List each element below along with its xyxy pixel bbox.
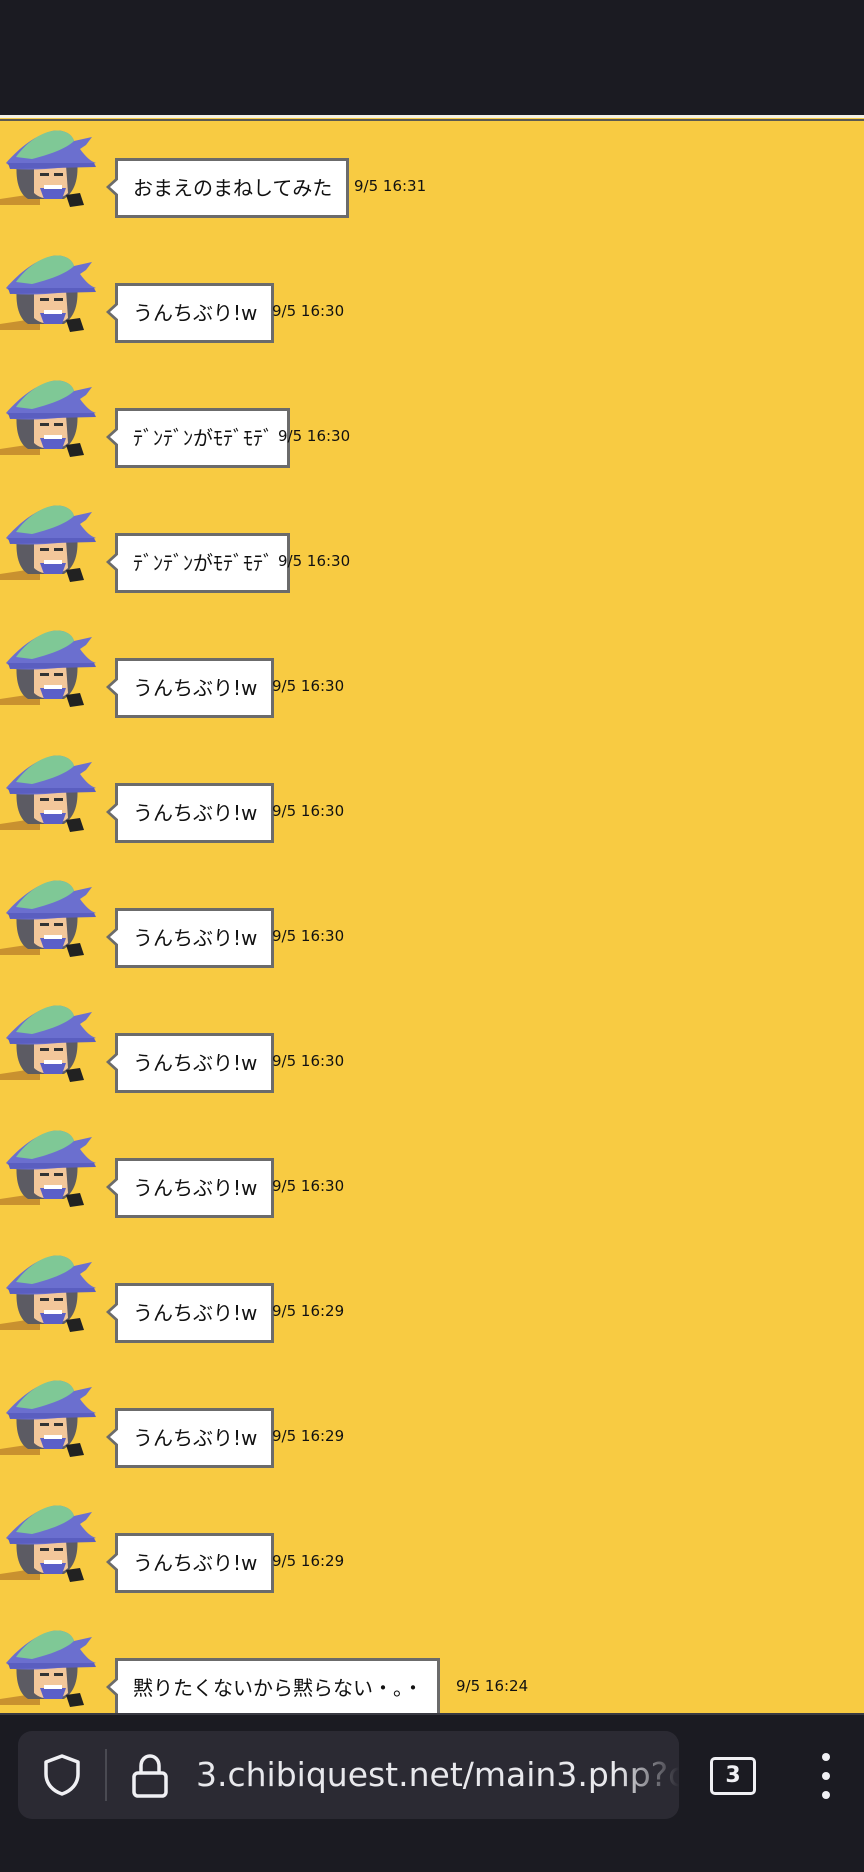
message-bubble: うんちぶり!w xyxy=(105,1533,275,1593)
message-bubble: うんちぶり!w xyxy=(105,908,275,968)
message-timestamp: 9/5 16:30 xyxy=(278,427,351,445)
message-timestamp: 9/5 16:30 xyxy=(272,1177,345,1195)
avatar[interactable] xyxy=(0,363,96,459)
avatar[interactable] xyxy=(0,863,96,959)
message-timestamp: 9/5 16:29 xyxy=(272,1427,345,1445)
message-timestamp: 9/5 16:24 xyxy=(456,1677,529,1695)
list-item: うんちぶり!w 9/5 16:30 xyxy=(0,238,864,363)
avatar[interactable] xyxy=(0,488,96,584)
message-bubble: うんちぶり!w xyxy=(105,783,275,843)
message-bubble-wrap: うんちぶり!w xyxy=(105,658,275,718)
message-bubble-wrap: うんちぶり!w xyxy=(105,783,275,843)
message-bubble-wrap: うんちぶり!w xyxy=(105,1158,275,1218)
message-timestamp: 9/5 16:29 xyxy=(272,1552,345,1570)
avatar[interactable] xyxy=(0,1363,96,1459)
message-bubble-wrap: ﾃﾞﾝﾃﾞﾝがﾓﾃﾞﾓﾃﾞ xyxy=(106,408,290,468)
browser-toolbar: 3.chibiquest.net/main3.php?com 3 xyxy=(0,1713,864,1872)
url-text[interactable]: 3.chibiquest.net/main3.php?com xyxy=(196,1731,679,1819)
toolbar-divider xyxy=(0,1713,864,1715)
avatar[interactable] xyxy=(0,1488,96,1584)
list-item: ﾃﾞﾝﾃﾞﾝがﾓﾃﾞﾓﾃﾞ 9/5 16:30 xyxy=(0,363,864,488)
avatar[interactable] xyxy=(0,115,96,209)
url-fade xyxy=(619,1731,679,1819)
avatar[interactable] xyxy=(0,1613,96,1709)
list-item: 黙りたくないから黙らない・。・ 9/5 16:24 xyxy=(0,1613,864,1713)
chat-log[interactable]: おまえのまねしてみた 9/5 16:31 うんちぶり!w 9/5 16:30 ﾃﾞﾝ… xyxy=(0,115,864,1713)
list-item: うんちぶり!w 9/5 16:30 xyxy=(0,613,864,738)
message-bubble-wrap: ﾃﾞﾝﾃﾞﾝがﾓﾃﾞﾓﾃﾞ xyxy=(106,533,290,593)
avatar[interactable] xyxy=(0,1238,96,1334)
message-bubble-wrap: うんちぶり!w xyxy=(105,1408,275,1468)
list-item: うんちぶり!w 9/5 16:29 xyxy=(0,1363,864,1488)
list-item: おまえのまねしてみた 9/5 16:31 xyxy=(0,115,864,238)
avatar[interactable] xyxy=(0,1113,96,1209)
message-bubble-wrap: うんちぶり!w xyxy=(105,1033,275,1093)
url-bar[interactable]: 3.chibiquest.net/main3.php?com xyxy=(18,1731,679,1819)
menu-dot xyxy=(822,1791,830,1799)
list-item: ﾃﾞﾝﾃﾞﾝがﾓﾃﾞﾓﾃﾞ 9/5 16:30 xyxy=(0,488,864,613)
message-timestamp: 9/5 16:30 xyxy=(272,927,345,945)
message-bubble: うんちぶり!w xyxy=(105,1408,275,1468)
url-bar-separator xyxy=(105,1749,107,1801)
avatar[interactable] xyxy=(0,988,96,1084)
list-item: うんちぶり!w 9/5 16:30 xyxy=(0,738,864,863)
status-bar xyxy=(0,0,864,115)
message-timestamp: 9/5 16:30 xyxy=(272,677,345,695)
message-timestamp: 9/5 16:30 xyxy=(272,802,345,820)
avatar[interactable] xyxy=(0,613,96,709)
list-item: うんちぶり!w 9/5 16:29 xyxy=(0,1238,864,1363)
message-bubble: おまえのまねしてみた xyxy=(105,158,350,218)
menu-dot xyxy=(822,1772,830,1780)
message-timestamp: 9/5 16:30 xyxy=(272,302,345,320)
avatar[interactable] xyxy=(0,738,96,834)
message-bubble: うんちぶり!w xyxy=(105,1158,275,1218)
more-vert-icon[interactable] xyxy=(811,1751,841,1801)
message-timestamp: 9/5 16:30 xyxy=(272,1052,345,1070)
message-bubble-wrap: おまえのまねしてみた xyxy=(105,158,350,218)
message-bubble: うんちぶり!w xyxy=(105,283,275,343)
message-bubble: ﾃﾞﾝﾃﾞﾝがﾓﾃﾞﾓﾃﾞ xyxy=(106,533,290,593)
message-bubble-wrap: うんちぶり!w xyxy=(105,283,275,343)
list-item: うんちぶり!w 9/5 16:30 xyxy=(0,988,864,1113)
list-item: うんちぶり!w 9/5 16:30 xyxy=(0,863,864,988)
message-timestamp: 9/5 16:31 xyxy=(354,177,427,195)
shield-icon[interactable] xyxy=(40,1753,84,1797)
lock-icon[interactable] xyxy=(130,1753,170,1799)
message-bubble: うんちぶり!w xyxy=(105,1033,275,1093)
list-item: うんちぶり!w 9/5 16:30 xyxy=(0,1113,864,1238)
message-bubble: 黙りたくないから黙らない・。・ xyxy=(106,1658,440,1713)
message-bubble-wrap: うんちぶり!w xyxy=(105,1533,275,1593)
avatar[interactable] xyxy=(0,238,96,334)
message-bubble-wrap: 黙りたくないから黙らない・。・ xyxy=(106,1658,440,1713)
message-bubble: うんちぶり!w xyxy=(105,1283,275,1343)
message-bubble: ﾃﾞﾝﾃﾞﾝがﾓﾃﾞﾓﾃﾞ xyxy=(106,408,290,468)
message-bubble-wrap: うんちぶり!w xyxy=(105,908,275,968)
message-timestamp: 9/5 16:30 xyxy=(278,552,351,570)
message-bubble-wrap: うんちぶり!w xyxy=(105,1283,275,1343)
tab-count-button[interactable]: 3 xyxy=(710,1757,756,1795)
message-timestamp: 9/5 16:29 xyxy=(272,1302,345,1320)
list-item: うんちぶり!w 9/5 16:29 xyxy=(0,1488,864,1613)
message-bubble: うんちぶり!w xyxy=(105,658,275,718)
menu-dot xyxy=(822,1753,830,1761)
